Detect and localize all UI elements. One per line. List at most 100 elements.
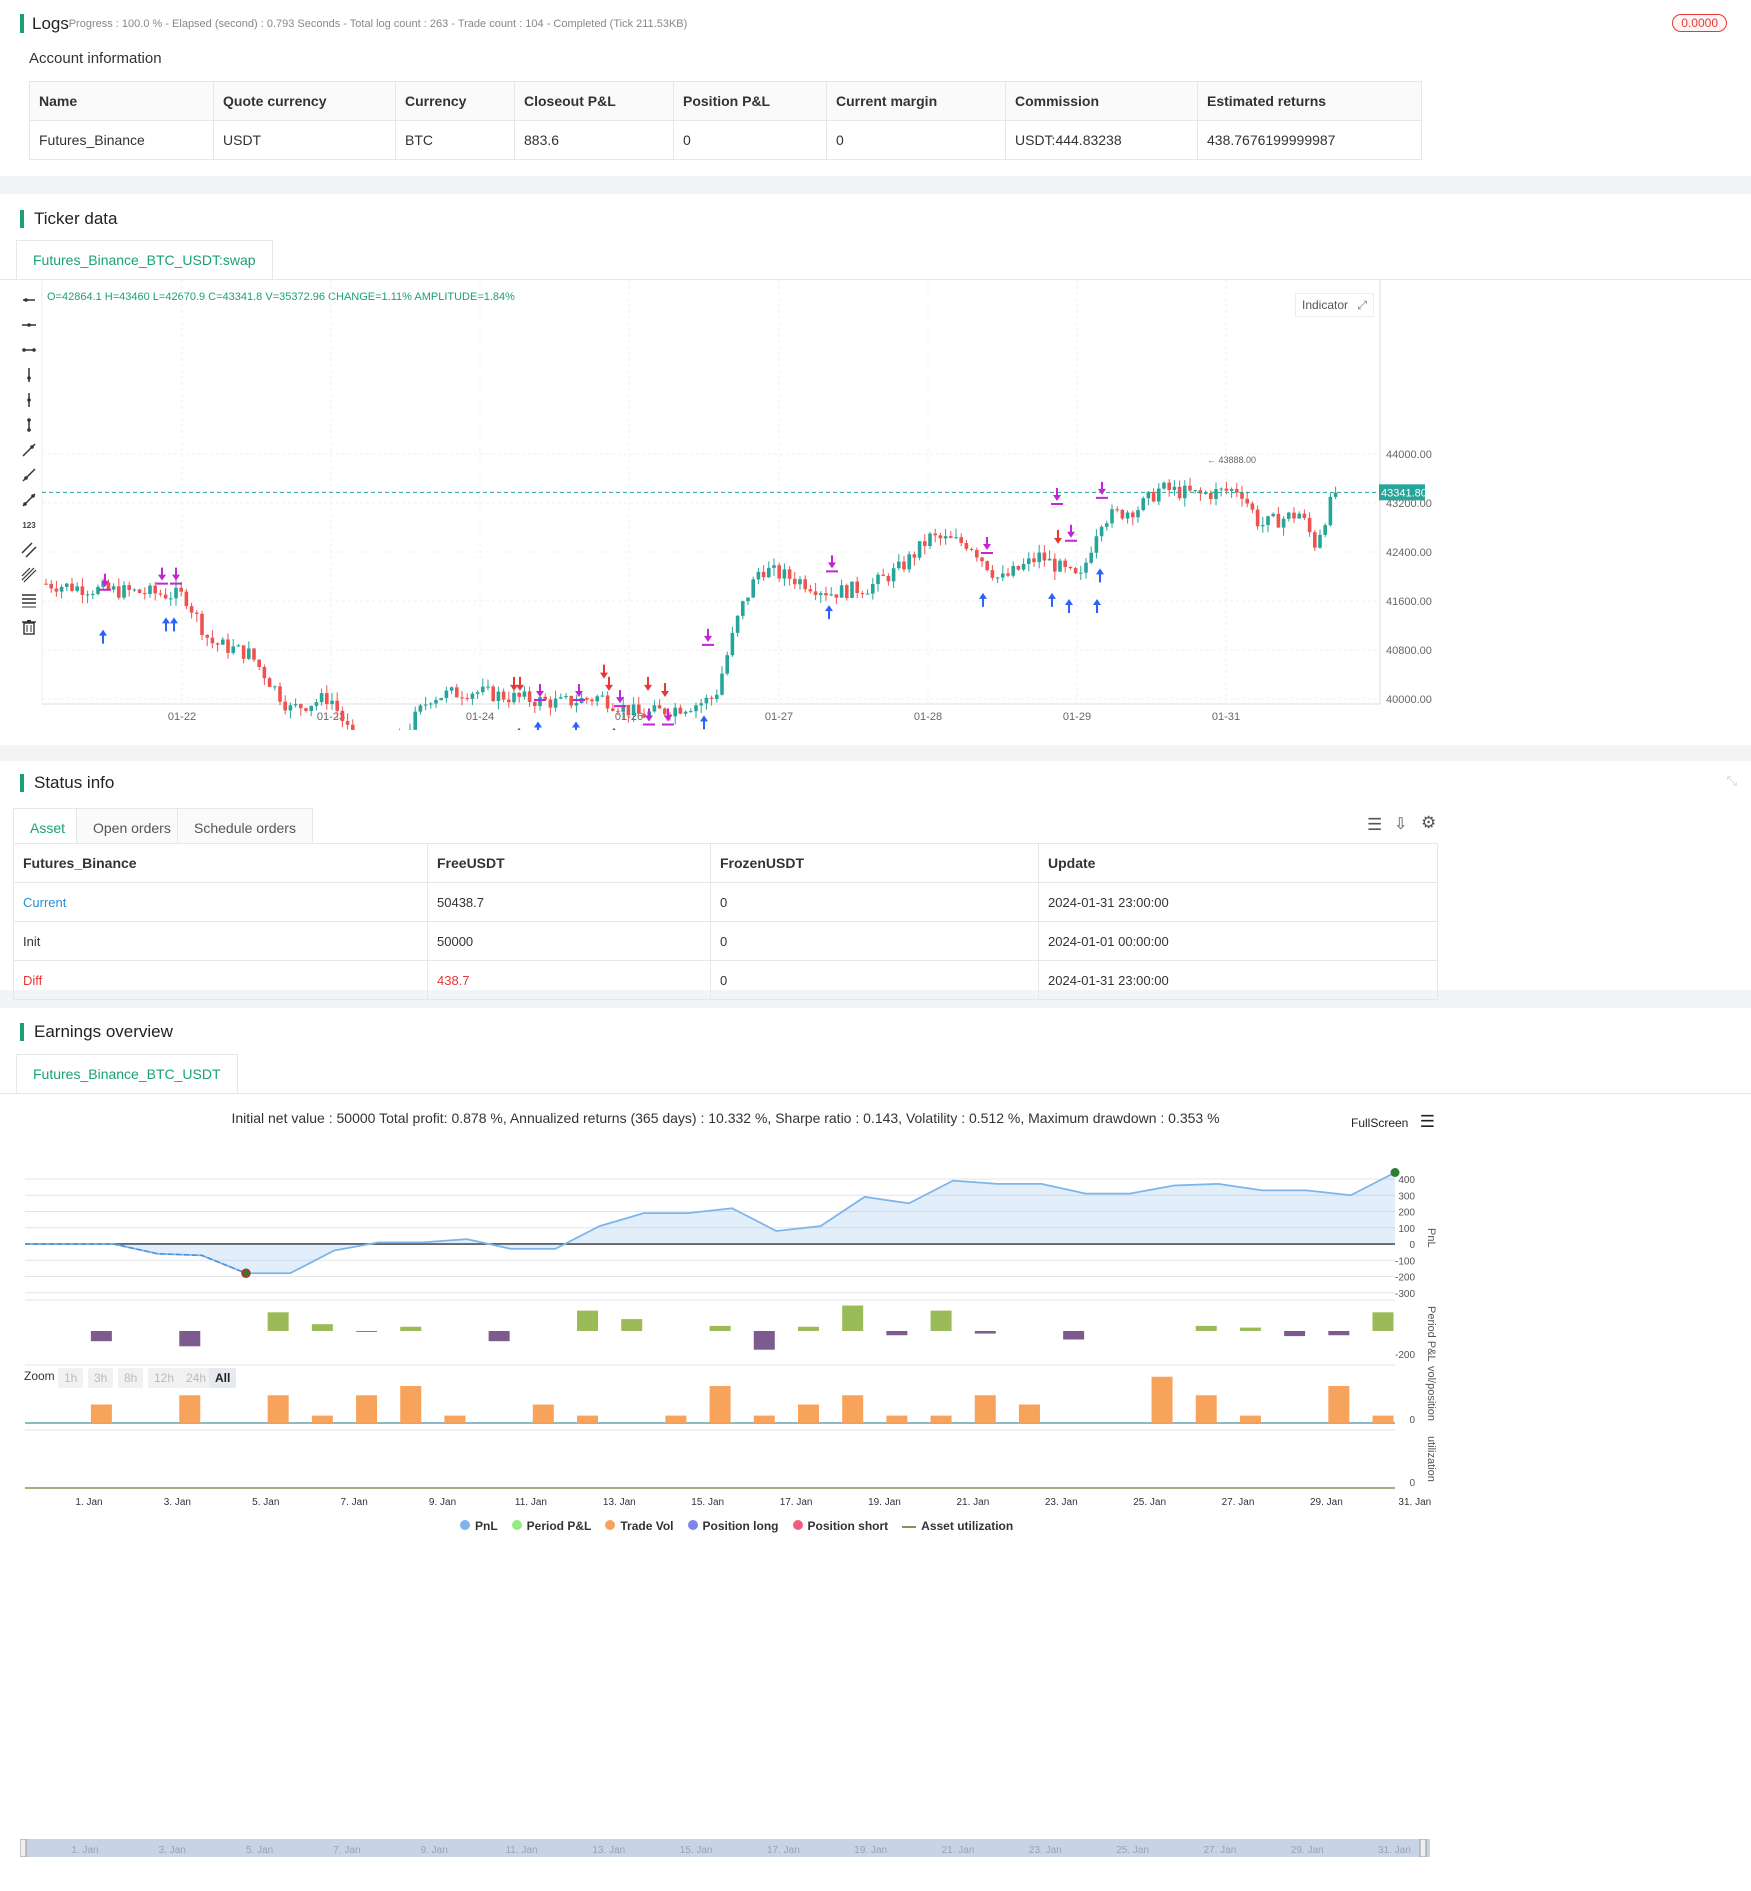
settings-icon[interactable]: ⚙ [1421,813,1436,833]
candle-body [891,568,896,582]
navigator-tick-label: 19. Jan [854,1845,887,1856]
legend-item-asset-utilization[interactable]: Asset utilization [902,1519,1013,1533]
candle-body [1115,509,1119,511]
candle-body [923,541,927,547]
candle-body [938,535,943,539]
candle-body [652,705,657,712]
legend-item-trade-vol[interactable]: Trade Vol [605,1519,674,1533]
candle-body [1006,573,1010,576]
candle-body [475,692,480,694]
long-arrow-icon [700,715,708,730]
candle-body [1068,567,1073,569]
candle-body [429,703,433,705]
legend-item-position-long[interactable]: Position long [687,1519,779,1533]
row-label-diff: Diff [13,960,428,1000]
tab-schedule-orders[interactable]: Schedule orders [177,808,313,847]
close-marker-icon [702,628,714,646]
candle-body [548,699,553,708]
date-tick-label: 5. Jan [252,1497,279,1508]
candle-body [486,686,490,688]
earnings-summary: Initial net value : 50000 Total profit: … [231,1110,1220,1126]
candle-body [824,593,828,596]
download-icon[interactable]: ⇩ [1394,814,1407,834]
candle-body [980,557,984,562]
candle-body [751,579,755,598]
long-arrow-icon [99,629,107,644]
candle-body [720,673,724,695]
menu-icon[interactable]: ☰ [1420,1112,1435,1131]
pnl-tick-label: 0 [1409,1240,1415,1251]
price-tick-label: 40000.00 [1386,694,1432,706]
earnings-chart[interactable]: 400 300 200 100 0 -100 -200 -300 PnL -200 Period P… [0,1158,1451,1578]
legend-label: Position short [807,1519,889,1533]
long-arrow-icon [162,617,170,632]
account-col-closeout: Closeout P&L [514,81,674,121]
legend-item-period-pnl[interactable]: Period P&L [511,1519,591,1533]
candle-body [949,536,953,538]
candle-body [481,686,485,693]
tab-asset[interactable]: Asset [13,808,83,847]
asset-col-frozen: FrozenUSDT [710,843,1039,883]
volume-bar [356,1395,378,1423]
candle-body [283,701,287,711]
candle-body [1058,560,1062,572]
short-arrow-icon [644,676,652,691]
logs-panel: Logs - Progress : 100.0 % - Elapsed (sec… [0,0,1751,176]
tab-earnings-symbol[interactable]: Futures_Binance_BTC_USDT [16,1054,238,1093]
candle-body [1141,498,1145,511]
volume-bar [311,1415,333,1423]
account-col-currency: Currency [395,81,515,121]
navigator-handle-right [1419,1839,1427,1857]
candle-body [122,585,126,598]
candlestick-chart[interactable]: 44000.0043200.0042400.0041600.0040800.00… [0,280,1450,730]
account-cell: 0 [673,120,827,160]
long-arrow-icon [825,605,833,620]
tab-ticker-symbol[interactable]: Futures_Binance_BTC_USDT:swap [16,240,273,279]
navigator-tick-label: 25. Jan [1116,1845,1149,1856]
candle-body [299,704,303,709]
ticker-panel: Ticker data Futures_Binance_BTC_USDT:swa… [0,194,1751,745]
candle-body [673,707,677,717]
period-bar [1063,1331,1085,1340]
candle-body [257,659,261,667]
period-bar [90,1331,112,1342]
date-tick-label: 3. Jan [164,1497,191,1508]
account-col-name: Name [29,81,214,121]
list-icon[interactable]: ☰ [1367,815,1382,835]
table-cell: 2024-01-01 00:00:00 [1038,921,1438,961]
candle-body [1318,534,1322,548]
legend-item-position-short[interactable]: Position short [792,1519,889,1533]
range-navigator[interactable]: 1. Jan 3. Jan 5. Jan 7. Jan 9. Jan 11. Jan 13.… [20,1839,1430,1857]
candle-body [943,536,948,539]
candle-body [538,696,542,707]
candle-body [689,711,693,713]
candle-body [865,593,870,595]
time-tick-label: 01-24 [466,711,494,723]
volume-bar [974,1395,996,1423]
candle-body [1302,513,1307,518]
candle-body [314,702,319,706]
min-point-marker [241,1268,251,1278]
candle-body [1162,482,1166,489]
period-bar [267,1312,289,1331]
candle-body [465,698,469,700]
pnl-tick-label: 200 [1398,1208,1415,1219]
period-bar [974,1331,996,1334]
close-marker-icon [1051,488,1063,505]
candle-body [1089,552,1093,563]
collapse-icon[interactable]: ⤡ [1727,773,1737,789]
candle-body [985,561,989,571]
period-bar [488,1331,510,1342]
fullscreen-button[interactable]: FullScreen ☰ [1351,1112,1435,1132]
pnl-axis-title: PnL [1425,1228,1437,1248]
candle-body [444,690,449,698]
navigator-tick-label: 13. Jan [592,1845,625,1856]
account-row: Futures_Binance USDT BTC 883.6 0 0 USDT:… [29,120,1422,160]
period-bar [886,1331,908,1336]
candle-body [964,543,969,549]
period-bar [1284,1331,1306,1337]
legend-item-pnl[interactable]: PnL [460,1519,498,1533]
candle-body [221,639,225,645]
tab-open-orders[interactable]: Open orders [76,808,188,847]
period-bar [400,1326,422,1331]
